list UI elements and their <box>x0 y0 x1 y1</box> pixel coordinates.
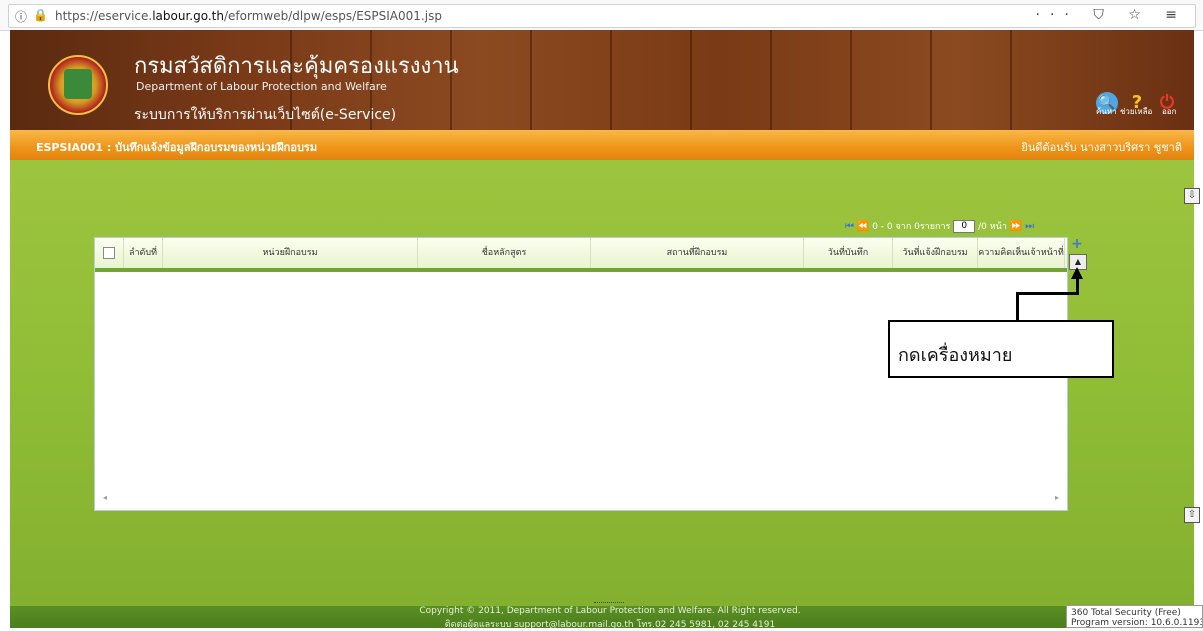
search-label[interactable]: ค้นหา <box>1096 105 1117 118</box>
prev-page-icon[interactable]: ⏪ <box>857 221 869 232</box>
pager: ⏮ ⏪ 0 - 0 จาก 0รายการ 0 /0 หน้า ⏩ ⏭ <box>845 219 1034 233</box>
security-popup[interactable]: 360 Total Security (Free) Program versio… <box>1066 605 1203 628</box>
org-name-english: Department of Labour Protection and Welf… <box>136 80 387 93</box>
site-footer: Copyright © 2011, Department of Labour P… <box>10 606 1194 630</box>
callout-box: กดเครื่องหมาย <box>888 320 1114 378</box>
col-training-place[interactable]: สถานที่ฝึกอบรม <box>591 238 804 268</box>
grid-header: ลำดับที่ หน่วยฝึกอบรม ชื่อหลักสูตร สถานท… <box>95 238 1067 272</box>
browser-toolbar: ⓘ 🔒 https://eservice.labour.go.th/eformw… <box>0 0 1203 31</box>
first-page-icon[interactable]: ⏮ <box>845 221 854 232</box>
next-page-icon[interactable]: ⏩ <box>1010 221 1022 232</box>
page-input[interactable]: 0 <box>953 220 976 233</box>
col-training-unit[interactable]: หน่วยฝึกอบรม <box>163 238 418 268</box>
scroll-up-icon[interactable]: ⇧ <box>1184 507 1200 523</box>
scroll-down-icon[interactable]: ⇩ <box>1184 188 1200 204</box>
browser-menu-icons[interactable]: ··· ⛉ ☆ ≡ <box>1036 7 1187 23</box>
logout-label[interactable]: ออก <box>1162 105 1176 118</box>
screen-title: ESPSIA001 : บันทึกแจ้งข้อมูลฝึกอบรมของหน… <box>36 141 318 154</box>
col-officer-comment[interactable]: ความคิดเห็นเจ้าหน้าที่ <box>978 238 1065 268</box>
contact-text: ติดต่อผู้ดูแลระบบ support@labour.mail.go… <box>444 620 776 630</box>
select-all-cell <box>95 238 124 268</box>
lock-icon[interactable]: 🔒 <box>33 8 48 22</box>
system-name: ระบบการให้บริการผ่านเว็บไซต์(e-Service) <box>134 107 397 123</box>
select-all-checkbox[interactable] <box>103 247 115 259</box>
col-seq[interactable]: ลำดับที่ <box>124 238 163 268</box>
horizontal-scrollbar[interactable]: ◂ ▸ <box>95 493 1067 507</box>
info-icon[interactable]: ⓘ <box>15 8 27 25</box>
org-name-thai: กรมสวัสดิการและคุ้มครองแรงงาน <box>134 54 459 79</box>
site-header: กรมสวัสดิการและคุ้มครองแรงงาน Department… <box>10 30 1194 130</box>
page-count: /0 หน้า <box>978 222 1007 232</box>
col-record-date[interactable]: วันที่บันทึก <box>804 238 893 268</box>
col-course-name[interactable]: ชื่อหลักสูตร <box>418 238 591 268</box>
help-label[interactable]: ช่วยเหลือ <box>1120 105 1152 118</box>
welcome-text: ยินดีต้อนรับ นางสาวบริศรา ชูชาติ <box>1021 141 1182 154</box>
address-bar[interactable]: ⓘ 🔒 https://eservice.labour.go.th/eformw… <box>8 4 1196 28</box>
col-notify-date[interactable]: วันที่แจ้งฝึกอบรม <box>893 238 978 268</box>
screen-title-bar: ESPSIA001 : บันทึกแจ้งข้อมูลฝึกอบรมของหน… <box>10 130 1194 160</box>
copyright-text: Copyright © 2011, Department of Labour P… <box>419 606 801 616</box>
add-record-button[interactable]: + <box>1068 237 1086 251</box>
record-range: 0 - 0 จาก 0รายการ <box>872 222 951 232</box>
ministry-logo <box>48 55 108 115</box>
last-page-icon[interactable]: ⏭ <box>1025 221 1034 232</box>
url-text[interactable]: https://eservice.labour.go.th/eformweb/d… <box>55 9 442 23</box>
